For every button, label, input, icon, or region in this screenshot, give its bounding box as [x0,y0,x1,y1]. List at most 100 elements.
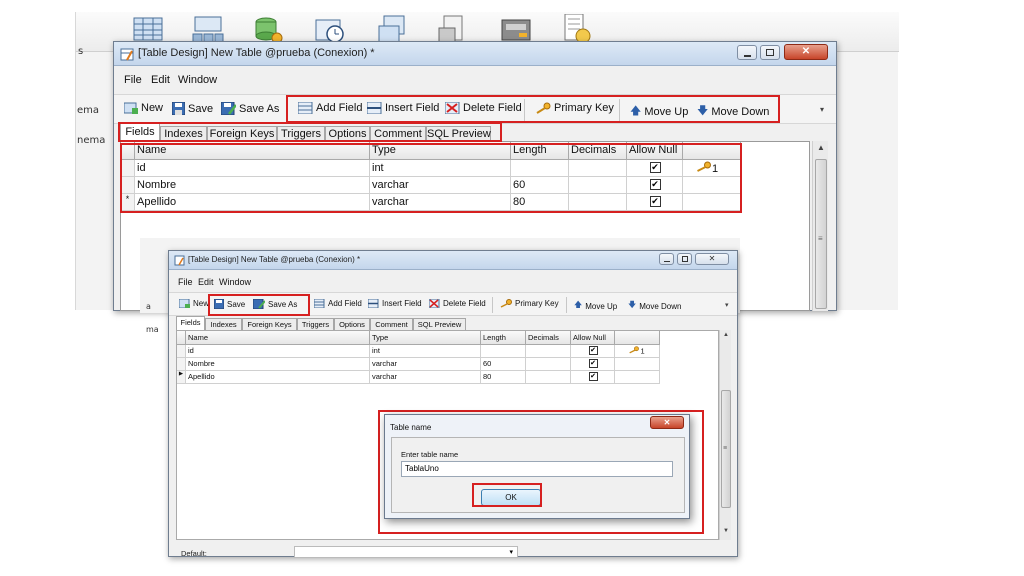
second-scroll-down-icon[interactable]: ▼ [723,528,729,534]
second-length-cell[interactable]: 80 [481,371,526,384]
second-key-cell[interactable] [615,371,660,384]
second-maximize-button[interactable] [677,253,692,265]
second-move-down-button[interactable]: 🡇 Move Down [628,299,681,313]
tab-foreign-keys[interactable]: Foreign Keys [207,126,277,141]
key-cell[interactable] [683,177,741,194]
second-column-header-decimals[interactable]: Decimals [526,331,571,345]
second-allow-null-checkbox[interactable]: ✔ [588,346,598,355]
key-cell[interactable]: 1 [683,160,741,177]
second-primary-key-button[interactable]: Primary Key [500,299,559,308]
primary-key-button[interactable]: Primary Key [535,102,614,114]
second-delete-field-button[interactable]: Delete Field [429,299,486,308]
second-key-cell[interactable] [615,358,660,371]
second-tab-indexes[interactable]: Indexes [205,318,242,330]
tab-triggers[interactable]: Triggers [277,126,325,141]
row-marker[interactable] [121,160,135,177]
second-length-cell[interactable]: 60 [481,358,526,371]
row-marker[interactable] [121,177,135,194]
tab-sql-preview[interactable]: SQL Preview [426,126,491,141]
save-as-button[interactable]: Save As [221,102,279,115]
name-cell[interactable]: id [135,160,370,177]
second-allow-null-cell[interactable]: ✔ [571,345,615,358]
second-tab-comment[interactable]: Comment [370,318,413,330]
second-type-cell[interactable]: varchar [370,371,481,384]
column-header-name[interactable]: Name [135,142,370,160]
second-toolbar-overflow-icon[interactable]: ▾ [725,301,729,309]
menu-edit[interactable]: Edit [151,74,170,86]
allow-null-checkbox[interactable]: ✔ [649,162,661,173]
second-decimals-cell[interactable] [526,358,571,371]
save-button[interactable]: Save [172,102,213,115]
close-button[interactable]: ✕ [784,44,828,60]
scroll-up-icon[interactable]: ▲ [817,143,825,152]
allow-null-cell[interactable]: ✔ [627,177,683,194]
add-field-button[interactable]: Add Field [298,102,362,114]
allow-null-checkbox[interactable]: ✔ [649,196,661,207]
second-menu-window[interactable]: Window [219,277,251,287]
second-tab-fields[interactable]: Fields [176,316,205,330]
type-cell[interactable]: int [370,160,511,177]
decimals-cell[interactable] [569,194,627,211]
second-column-header-allow-null[interactable]: Allow Null [571,331,615,345]
decimals-cell[interactable] [569,177,627,194]
second-save-button[interactable]: Save [214,299,245,309]
second-column-header-type[interactable]: Type [370,331,481,345]
maximize-button[interactable] [760,45,780,60]
type-cell[interactable]: varchar [370,177,511,194]
column-header-decimals[interactable]: Decimals [569,142,627,160]
second-row-marker[interactable] [177,358,186,371]
second-add-field-button[interactable]: Add Field [314,299,362,308]
second-tab-sql-preview[interactable]: SQL Preview [413,318,466,330]
second-allow-null-checkbox[interactable]: ✔ [588,359,598,368]
new-button[interactable]: New [124,102,163,114]
name-cell[interactable]: Nombre [135,177,370,194]
tab-indexes[interactable]: Indexes [160,126,207,141]
second-insert-field-button[interactable]: Insert Field [368,299,422,308]
second-row-marker[interactable] [177,345,186,358]
second-type-cell[interactable]: int [370,345,481,358]
column-header-type[interactable]: Type [370,142,511,160]
minimize-button[interactable] [737,45,757,60]
second-length-cell[interactable] [481,345,526,358]
move-up-button[interactable]: 🡅 Move Up [630,102,688,121]
allow-null-cell[interactable]: ✔ [627,194,683,211]
second-move-up-button[interactable]: 🡅 Move Up [574,299,617,313]
length-cell[interactable] [511,160,569,177]
vertical-scrollbar[interactable]: ▲ ≡ [812,141,828,311]
key-cell[interactable] [683,194,741,211]
column-header-length[interactable]: Length [511,142,569,160]
move-down-button[interactable]: 🡇 Move Down [697,102,769,121]
second-decimals-cell[interactable] [526,371,571,384]
length-cell[interactable]: 60 [511,177,569,194]
second-save-as-button[interactable]: Save As [253,299,297,309]
second-decimals-cell[interactable] [526,345,571,358]
second-scrollbar-thumb[interactable]: ≡ [721,390,731,508]
name-cell[interactable]: Apellido [135,194,370,211]
toolbar-overflow-icon[interactable]: ▾ [820,105,824,114]
ok-button[interactable]: OK [481,489,541,506]
second-tab-foreign-keys[interactable]: Foreign Keys [242,318,297,330]
scrollbar-thumb[interactable]: ≡ [815,159,827,309]
row-marker[interactable]: * [121,194,135,211]
second-new-button[interactable]: New [179,299,209,308]
menu-window[interactable]: Window [178,74,217,86]
second-allow-null-cell[interactable]: ✔ [571,371,615,384]
column-header-allow-null[interactable]: Allow Null [627,142,683,160]
tab-comment[interactable]: Comment [370,126,426,141]
second-name-cell[interactable]: Apellido [186,371,370,384]
second-column-header-name[interactable]: Name [186,331,370,345]
second-type-cell[interactable]: varchar [370,358,481,371]
allow-null-cell[interactable]: ✔ [627,160,683,177]
second-name-cell[interactable]: id [186,345,370,358]
delete-field-button[interactable]: Delete Field [445,102,522,114]
second-key-cell[interactable]: 1 [615,345,660,358]
dialog-close-button[interactable]: ✕ [650,416,684,429]
type-cell[interactable]: varchar [370,194,511,211]
default-dropdown[interactable]: ▾ [294,546,518,558]
second-tab-triggers[interactable]: Triggers [297,318,334,330]
second-scroll-up-icon[interactable]: ▲ [723,332,729,338]
allow-null-checkbox[interactable]: ✔ [649,179,661,190]
tab-options[interactable]: Options [325,126,370,141]
second-minimize-button[interactable] [659,253,674,265]
second-close-button[interactable]: ✕ [695,253,729,265]
